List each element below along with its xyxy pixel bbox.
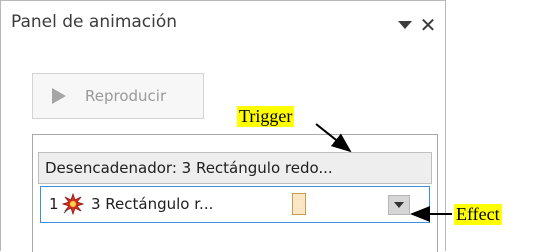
play-button[interactable]: Reproducir (32, 73, 204, 119)
play-icon (49, 86, 69, 106)
effect-dropdown-button[interactable] (388, 195, 410, 215)
effect-annotation: Effect (454, 204, 502, 225)
trigger-annotation: Trigger (237, 106, 295, 127)
play-button-label: Reproducir (85, 87, 167, 105)
pane-title: Panel de animación (11, 12, 178, 32)
chevron-down-icon (394, 202, 404, 208)
pane-title-bar: Panel de animación ✕ (11, 12, 437, 38)
chevron-down-icon[interactable] (395, 16, 415, 34)
animation-list: Desencadenador: 3 Rectángulo redo... 1 3… (32, 134, 438, 252)
starburst-effect-icon (61, 192, 85, 216)
effect-list-item[interactable]: 1 3 Rectángulo r... (40, 186, 430, 223)
effect-number: 1 (49, 195, 59, 213)
trigger-header[interactable]: Desencadenador: 3 Rectángulo redo... (38, 152, 432, 184)
trigger-label: Desencadenador: 3 Rectángulo redo... (45, 159, 333, 177)
close-icon[interactable]: ✕ (419, 15, 437, 35)
effect-name: 3 Rectángulo r... (91, 195, 214, 213)
timing-bar[interactable] (292, 193, 306, 215)
animation-pane: Panel de animación ✕ Reproducir Desencad… (0, 0, 446, 252)
